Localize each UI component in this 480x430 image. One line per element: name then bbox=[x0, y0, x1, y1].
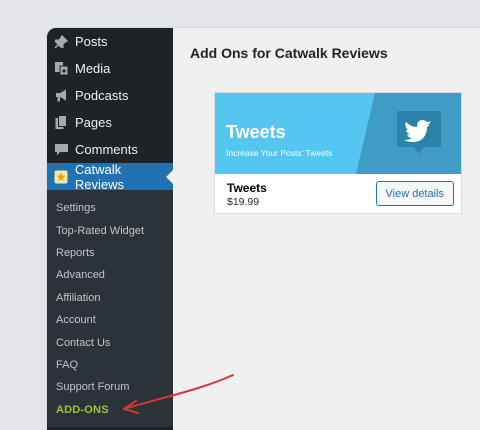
catwalk-submenu: Settings Top-Rated Widget Reports Advanc… bbox=[47, 190, 173, 427]
addon-card: Tweets Increase Your Posts' Tweets Tweet… bbox=[214, 92, 462, 214]
sidebar-item-label: Podcasts bbox=[75, 88, 129, 103]
addon-footer: Tweets $19.99 View details bbox=[215, 174, 461, 214]
submenu-item-settings[interactable]: Settings bbox=[47, 197, 173, 219]
sidebar-item-label: Media bbox=[75, 61, 111, 76]
main-content: Add Ons for Catwalk Reviews Tweets Incre… bbox=[173, 28, 480, 430]
pin-icon bbox=[53, 34, 69, 50]
addon-name: Tweets bbox=[227, 181, 267, 195]
sidebar-item-podcasts[interactable]: Podcasts bbox=[47, 82, 173, 109]
megaphone-icon bbox=[53, 88, 69, 104]
sidebar-item-comments[interactable]: Comments bbox=[47, 136, 173, 163]
sidebar-item-label: Comments bbox=[75, 142, 138, 157]
submenu-item-advanced[interactable]: Advanced bbox=[47, 264, 173, 286]
submenu-item-add-ons[interactable]: ADD-ONS bbox=[47, 399, 173, 421]
view-details-button[interactable]: View details bbox=[375, 181, 454, 206]
submenu-item-affiliation[interactable]: Affiliation bbox=[47, 287, 173, 309]
star-icon bbox=[53, 169, 69, 185]
admin-frame: Posts Media Podcasts Pages Comments Catw… bbox=[47, 28, 480, 430]
submenu-item-account[interactable]: Account bbox=[47, 309, 173, 331]
sidebar-item-label: Catwalk Reviews bbox=[74, 161, 124, 192]
submenu-item-faq[interactable]: FAQ bbox=[47, 354, 173, 376]
sidebar-item-label: Pages bbox=[75, 115, 112, 130]
sidebar-item-label: Posts bbox=[75, 34, 108, 49]
sidebar-item-catwalk-reviews[interactable]: Catwalk Reviews bbox=[47, 161, 173, 192]
media-icon bbox=[53, 61, 69, 77]
banner-title: Tweets bbox=[226, 122, 286, 142]
sidebar-item-media[interactable]: Media bbox=[47, 55, 173, 82]
admin-sidebar: Posts Media Podcasts Pages Comments Catw… bbox=[47, 28, 173, 430]
submenu-item-contact-us[interactable]: Contact Us bbox=[47, 331, 173, 353]
banner-subtitle: Increase Your Posts' Tweets bbox=[226, 148, 333, 158]
addon-price: $19.99 bbox=[227, 196, 260, 208]
submenu-item-support-forum[interactable]: Support Forum bbox=[47, 376, 173, 398]
sidebar-item-posts[interactable]: Posts bbox=[47, 28, 173, 55]
page-title: Add Ons for Catwalk Reviews bbox=[190, 45, 388, 61]
twitter-bird-icon bbox=[394, 107, 444, 162]
comment-icon bbox=[53, 142, 69, 158]
addon-banner: Tweets Increase Your Posts' Tweets bbox=[215, 93, 461, 174]
sidebar-item-pages[interactable]: Pages bbox=[47, 109, 173, 136]
pages-icon bbox=[53, 115, 69, 131]
submenu-item-top-rated-widget[interactable]: Top-Rated Widget bbox=[47, 219, 173, 241]
submenu-item-reports[interactable]: Reports bbox=[47, 242, 173, 264]
